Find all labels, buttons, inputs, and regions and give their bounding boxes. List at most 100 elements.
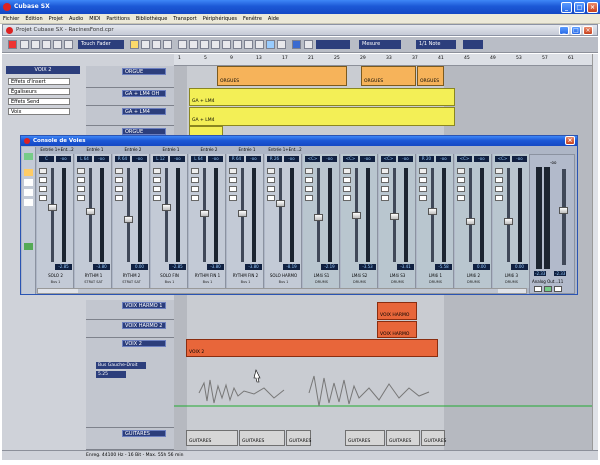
read-button[interactable] bbox=[191, 186, 199, 192]
midi-part[interactable]: ORGUES bbox=[361, 66, 416, 86]
mixer-scroll-thumb[interactable] bbox=[78, 289, 498, 293]
transport-loop-button[interactable] bbox=[163, 40, 172, 49]
erase-tool-icon[interactable] bbox=[222, 40, 231, 49]
mixer-button[interactable] bbox=[64, 40, 73, 49]
mute-button[interactable] bbox=[39, 168, 47, 174]
mute-button[interactable] bbox=[153, 168, 161, 174]
solo-button[interactable] bbox=[39, 177, 47, 183]
solo-button[interactable] bbox=[153, 177, 161, 183]
timeline-ruler[interactable]: 1 5 9 13 17 21 25 29 33 37 41 45 49 53 57 61 bbox=[174, 54, 592, 66]
solo-button[interactable] bbox=[191, 177, 199, 183]
split-tool-icon[interactable] bbox=[200, 40, 209, 49]
audio-part[interactable]: VOIX HARMO bbox=[377, 302, 417, 320]
snap-select[interactable]: Mesure bbox=[359, 40, 401, 49]
menu-item[interactable]: Projet bbox=[49, 15, 63, 23]
pan-value[interactable]: R 64 bbox=[229, 156, 244, 162]
menu-item[interactable]: Fenêtre bbox=[243, 15, 262, 23]
volume-value[interactable]: -3.53 bbox=[359, 264, 376, 270]
fader-track[interactable] bbox=[127, 168, 130, 262]
transport-play-button[interactable] bbox=[141, 40, 150, 49]
grid-select[interactable] bbox=[316, 40, 350, 49]
fader-handle[interactable] bbox=[86, 208, 95, 215]
fader-handle[interactable] bbox=[162, 204, 171, 211]
pan-value[interactable]: <C> bbox=[495, 156, 510, 162]
midi-part[interactable]: ORGUES bbox=[417, 66, 444, 86]
inspector-eq[interactable]: Égaliseurs bbox=[8, 88, 70, 95]
glue-tool-icon[interactable] bbox=[211, 40, 220, 49]
channel-output[interactable]: Bus 1 bbox=[265, 280, 302, 284]
solo-button[interactable] bbox=[267, 177, 275, 183]
volume-value[interactable]: 0.00 bbox=[473, 264, 490, 270]
fader-track[interactable] bbox=[431, 168, 434, 262]
solo-button[interactable] bbox=[419, 177, 427, 183]
read-button[interactable] bbox=[77, 186, 85, 192]
fader-handle[interactable] bbox=[466, 217, 475, 225]
color-select[interactable] bbox=[463, 40, 483, 49]
track-name[interactable]: VOIX HARMO 2 bbox=[122, 322, 166, 329]
write-button[interactable] bbox=[343, 195, 351, 201]
read-button[interactable] bbox=[267, 186, 275, 192]
channel-output[interactable]: DRUMS bbox=[303, 280, 340, 284]
pan-value[interactable]: L 64 bbox=[77, 156, 92, 162]
read-button[interactable] bbox=[457, 186, 465, 192]
channel-name[interactable]: SOLO 2 bbox=[37, 273, 74, 278]
pan-value[interactable]: <C> bbox=[305, 156, 320, 162]
autoscroll-button[interactable] bbox=[292, 40, 301, 49]
read-button[interactable] bbox=[343, 186, 351, 192]
audio-part[interactable]: GUITARES bbox=[239, 430, 285, 446]
channel-output[interactable]: Bus 1 bbox=[227, 280, 264, 284]
mute-button[interactable] bbox=[267, 168, 275, 174]
input-routing-label[interactable]: Entrée 2 bbox=[115, 147, 151, 152]
track-name[interactable]: GA + LM4 OH bbox=[122, 90, 166, 97]
midi-part[interactable]: GA + LM4 bbox=[189, 88, 455, 106]
list-toggle-button[interactable] bbox=[31, 40, 40, 49]
input-routing-label[interactable]: Entrée 1 bbox=[229, 147, 265, 152]
fader-track[interactable] bbox=[279, 168, 282, 262]
audio-part[interactable]: GUITARES bbox=[186, 430, 238, 446]
vertical-scrollbar[interactable] bbox=[592, 54, 598, 450]
channel-name[interactable]: RYTHM 1 bbox=[75, 273, 112, 278]
read-button[interactable] bbox=[419, 186, 427, 192]
minimize-button[interactable]: _ bbox=[561, 2, 572, 13]
mixer-show-button[interactable] bbox=[24, 153, 33, 160]
channel-output[interactable]: DRUMS bbox=[455, 280, 492, 284]
track-name[interactable]: GUITARES bbox=[122, 430, 166, 437]
write-button[interactable] bbox=[457, 195, 465, 201]
audio-part[interactable]: GUITARES bbox=[286, 430, 311, 446]
fader-handle[interactable] bbox=[276, 200, 285, 207]
fader-handle[interactable] bbox=[504, 217, 513, 225]
volume-value[interactable]: -8.19 bbox=[283, 264, 300, 270]
write-button[interactable] bbox=[381, 195, 389, 201]
mixer-close-button[interactable]: × bbox=[565, 136, 575, 145]
channel-name[interactable]: SOLO HARMO bbox=[265, 273, 302, 278]
mute-button[interactable] bbox=[495, 168, 503, 174]
track-name[interactable]: VOIX HARMO 1 bbox=[122, 302, 166, 309]
read-button[interactable] bbox=[305, 186, 313, 192]
read-button[interactable] bbox=[495, 186, 503, 192]
solo-button[interactable] bbox=[457, 177, 465, 183]
master-fader-handle[interactable] bbox=[559, 207, 568, 214]
project-close-button[interactable]: × bbox=[583, 26, 593, 35]
inspector-toggle-button[interactable] bbox=[20, 40, 29, 49]
menu-item[interactable]: Périphériques bbox=[203, 15, 237, 23]
quantize-select[interactable]: 1/1 Note bbox=[416, 40, 456, 49]
mute-button[interactable] bbox=[115, 168, 123, 174]
pan-value[interactable]: <C> bbox=[457, 156, 472, 162]
channel-name[interactable]: LM4i S3 bbox=[379, 273, 416, 278]
write-button[interactable] bbox=[153, 195, 161, 201]
fader-track[interactable] bbox=[507, 168, 510, 262]
transport-cycle-button[interactable] bbox=[152, 40, 161, 49]
channel-name[interactable]: LM4i S2 bbox=[341, 273, 378, 278]
audio-part[interactable]: GUITARES bbox=[421, 430, 446, 446]
track-name[interactable]: VOIX 2 bbox=[122, 340, 166, 347]
audio-part[interactable]: VOIX HARMO bbox=[377, 321, 417, 338]
volume-value[interactable]: 0.00 bbox=[511, 264, 528, 270]
volume-value[interactable]: -2.85 bbox=[169, 264, 186, 270]
master-read-button[interactable] bbox=[554, 286, 562, 292]
input-routing-label[interactable]: Entrée 1+Ent...2 bbox=[39, 147, 75, 152]
solo-button[interactable] bbox=[343, 177, 351, 183]
write-button[interactable] bbox=[115, 195, 123, 201]
select-tool-icon[interactable] bbox=[178, 40, 187, 49]
volume-value[interactable]: -3.80 bbox=[245, 264, 262, 270]
write-button[interactable] bbox=[419, 195, 427, 201]
